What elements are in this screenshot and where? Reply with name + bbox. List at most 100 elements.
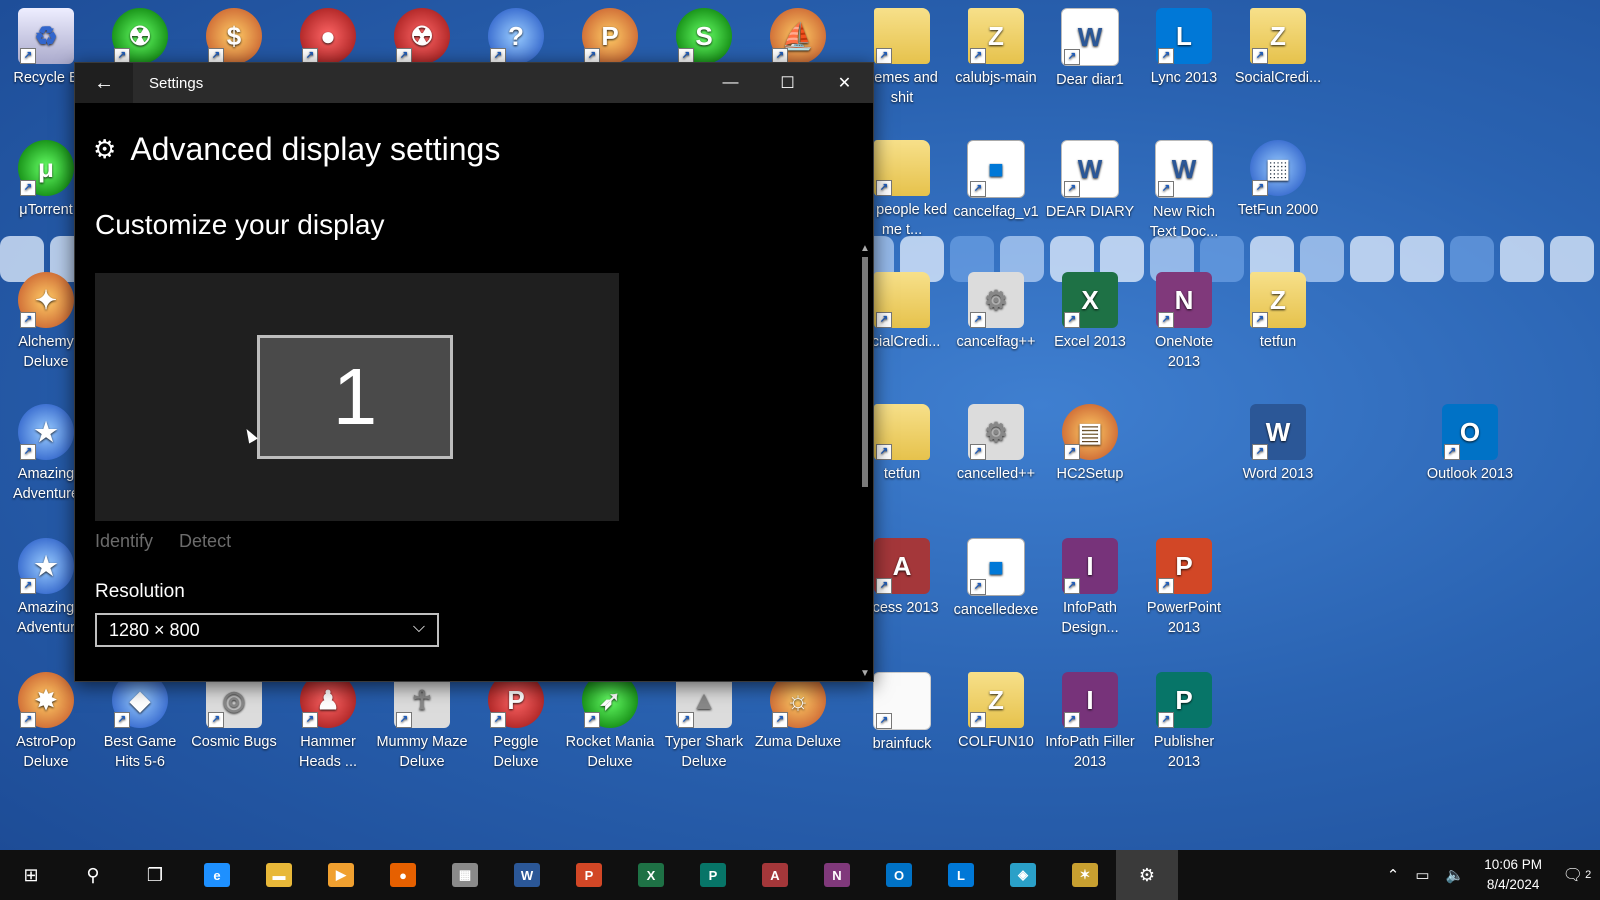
publisher-taskbar-button[interactable]: P — [682, 850, 744, 900]
monitor-1[interactable]: 1 — [257, 335, 453, 459]
desktop-icon[interactable]: ▤ ↗ HC2Setup — [1044, 404, 1136, 484]
desktop-icon[interactable]: ▦ ↗ TetFun 2000 — [1232, 140, 1324, 220]
access-taskbar-button[interactable]: A — [744, 850, 806, 900]
network-app-taskbar-button[interactable]: ◈ — [992, 850, 1054, 900]
file-explorer-button[interactable]: ▬ — [248, 850, 310, 900]
app-folder-button[interactable]: ▦ — [434, 850, 496, 900]
desktop-icon[interactable]: ♟ ↗ Hammer Heads ... — [282, 672, 374, 772]
desktop-icon[interactable]: P ↗ Publisher 2013 — [1138, 672, 1230, 772]
desktop-icon[interactable]: ➶ ↗ Rocket Mania Deluxe — [564, 672, 656, 772]
scroll-up-icon[interactable]: ▲ — [860, 243, 870, 254]
desktop-icon[interactable]: N ↗ OneNote 2013 — [1138, 272, 1230, 372]
radiation-icon: ☢ ↗ — [394, 8, 450, 64]
desktop-icon[interactable]: ● ↗ — [282, 8, 374, 68]
settings-taskbar-button[interactable]: ⚙ — [1116, 850, 1178, 900]
desktop-icon[interactable]: Z ↗ SocialCredi... — [1232, 8, 1324, 88]
show-hidden-icons-icon[interactable]: ⌃ — [1379, 866, 1408, 884]
maximize-icon: ☐ — [780, 75, 795, 92]
clock[interactable]: 10:06 PM 8/4/2024 — [1472, 855, 1554, 895]
game-taskbar-button[interactable]: ✶ — [1054, 850, 1116, 900]
search-button[interactable]: ⚲ — [62, 850, 124, 900]
desktop-icon[interactable]: Z ↗ tetfun — [1232, 272, 1324, 352]
desktop-icon-label: DEAR DIARY — [1045, 204, 1135, 220]
desktop-icon-label: Dear diar1 — [1056, 72, 1124, 88]
shortcut-arrow-icon: ↗ — [20, 578, 36, 594]
desktop-icon[interactable]: ⚙ ↗ cancelled++ — [950, 404, 1042, 484]
desktop-icon-label: Hammer Heads ... — [298, 734, 358, 770]
desktop-icon-label: cancelledexe — [953, 602, 1039, 618]
desktop-icon[interactable]: P ↗ PowerPoint 2013 — [1138, 538, 1230, 638]
window-app-icon: ■ ↗ — [967, 140, 1025, 198]
taskbar: ⊞ ⚲ ❐ e ▬ ▶ ● ▦ W P X P A N O L ◈ ✶ ⚙ ⌃ ▭ 🔈 10:06 PM 8/4/2… — [0, 850, 1600, 900]
media-player-icon: ▶ — [328, 863, 354, 887]
desktop-icon[interactable]: ▲ ↗ Typer Shark Deluxe — [658, 672, 750, 772]
powerpoint-taskbar-icon: P — [576, 863, 602, 887]
shortcut-arrow-icon: ↗ — [876, 48, 892, 64]
desktop-icon[interactable]: Z ↗ calubjs-main — [950, 8, 1042, 88]
firefox-button[interactable]: ● — [372, 850, 434, 900]
resolution-dropdown[interactable]: 1280 × 800 ⌵ — [95, 613, 439, 647]
desktop-icon[interactable]: L ↗ Lync 2013 — [1138, 8, 1230, 88]
media-player-button[interactable]: ▶ — [310, 850, 372, 900]
desktop-icon[interactable]: W ↗ Dear diar1 — [1044, 8, 1136, 90]
scroll-down-icon[interactable]: ▼ — [860, 668, 870, 679]
shortcut-arrow-icon: ↗ — [20, 712, 36, 728]
internet-explorer-button[interactable]: e — [186, 850, 248, 900]
word-taskbar-button[interactable]: W — [496, 850, 558, 900]
desktop-icon[interactable]: ☥ ↗ Mummy Maze Deluxe — [376, 672, 468, 772]
shortcut-arrow-icon: ↗ — [970, 48, 986, 64]
outlook-taskbar-button[interactable]: O — [868, 850, 930, 900]
desktop-icon[interactable]: ⚙ ↗ cancelfag++ — [950, 272, 1042, 352]
desktop-icon[interactable]: ✸ ↗ AstroPop Deluxe — [0, 672, 92, 772]
desktop-icon[interactable]: ■ ↗ cancelledexe — [950, 538, 1042, 620]
desktop-icon[interactable]: O ↗ Outlook 2013 — [1424, 404, 1516, 484]
word-app-icon: W ↗ — [1250, 404, 1306, 460]
volume-icon[interactable]: 🔈 — [1438, 866, 1473, 884]
action-center-button[interactable]: 🗨 2 — [1554, 850, 1600, 900]
desktop-icon[interactable]: S ↗ — [658, 8, 750, 68]
onenote-taskbar-button[interactable]: N — [806, 850, 868, 900]
shortcut-arrow-icon: ↗ — [1444, 444, 1460, 460]
powerpoint-taskbar-button[interactable]: P — [558, 850, 620, 900]
shortcut-arrow-icon: ↗ — [876, 713, 892, 729]
desktop-icon[interactable]: P ↗ Peggle Deluxe — [470, 672, 562, 772]
scroll-thumb[interactable] — [862, 257, 868, 487]
excel-taskbar-button[interactable]: X — [620, 850, 682, 900]
desktop-icon[interactable]: W ↗ New Rich Text Doc... — [1138, 140, 1230, 242]
desktop-icon[interactable]: W ↗ DEAR DIARY — [1044, 140, 1136, 222]
vertical-scrollbar[interactable]: ▲ ▼ — [857, 103, 873, 681]
start-button[interactable]: ⊞ — [0, 850, 62, 900]
desktop-icon[interactable]: ☼ ↗ Zuma Deluxe — [752, 672, 844, 752]
desktop-icon[interactable]: ◆ ↗ Best Game Hits 5-6 — [94, 672, 186, 772]
folder-icon: ↗ — [874, 272, 930, 328]
excel-icon: X ↗ — [1062, 272, 1118, 328]
desktop-icon[interactable]: P ↗ — [564, 8, 656, 68]
desktop-icon[interactable]: ↗ brainfuck — [856, 672, 948, 754]
publisher-taskbar-icon: P — [700, 863, 726, 887]
desktop-icon-label: cancelfag_v1 — [953, 204, 1039, 220]
desktop-icon[interactable]: ⛵ ↗ — [752, 8, 844, 68]
desktop-icon[interactable]: X ↗ Excel 2013 — [1044, 272, 1136, 352]
maximize-button[interactable]: ☐ — [759, 63, 816, 103]
close-button[interactable]: ✕ — [816, 63, 873, 103]
shortcut-arrow-icon: ↗ — [20, 48, 36, 64]
desktop-icon[interactable]: $ ↗ — [188, 8, 280, 68]
desktop-icon[interactable]: ? ↗ — [470, 8, 562, 68]
desktop-icon[interactable]: Z ↗ COLFUN10 — [950, 672, 1042, 752]
desktop-icon[interactable]: ◎ ↗ Cosmic Bugs — [188, 672, 280, 752]
title-bar[interactable]: ← Settings — ☐ ✕ — [75, 63, 873, 103]
desktop-icon[interactable]: ■ ↗ cancelfag_v1 — [950, 140, 1042, 222]
lync-taskbar-button[interactable]: L — [930, 850, 992, 900]
desktop-icon[interactable]: ☢ ↗ — [94, 8, 186, 68]
desktop-icon[interactable]: ☢ ↗ — [376, 8, 468, 68]
identify-link[interactable]: Identify — [95, 531, 153, 552]
detect-link[interactable]: Detect — [179, 531, 231, 552]
desktop-icon[interactable]: W ↗ Word 2013 — [1232, 404, 1324, 484]
minimize-button[interactable]: — — [702, 63, 759, 103]
desktop-icon[interactable]: I ↗ InfoPath Design... — [1044, 538, 1136, 638]
shortcut-arrow-icon: ↗ — [1158, 48, 1174, 64]
network-icon[interactable]: ▭ — [1407, 866, 1437, 884]
back-button[interactable]: ← — [75, 63, 133, 103]
desktop-icon[interactable]: I ↗ InfoPath Filler 2013 — [1044, 672, 1136, 772]
task-view-button[interactable]: ❐ — [124, 850, 186, 900]
